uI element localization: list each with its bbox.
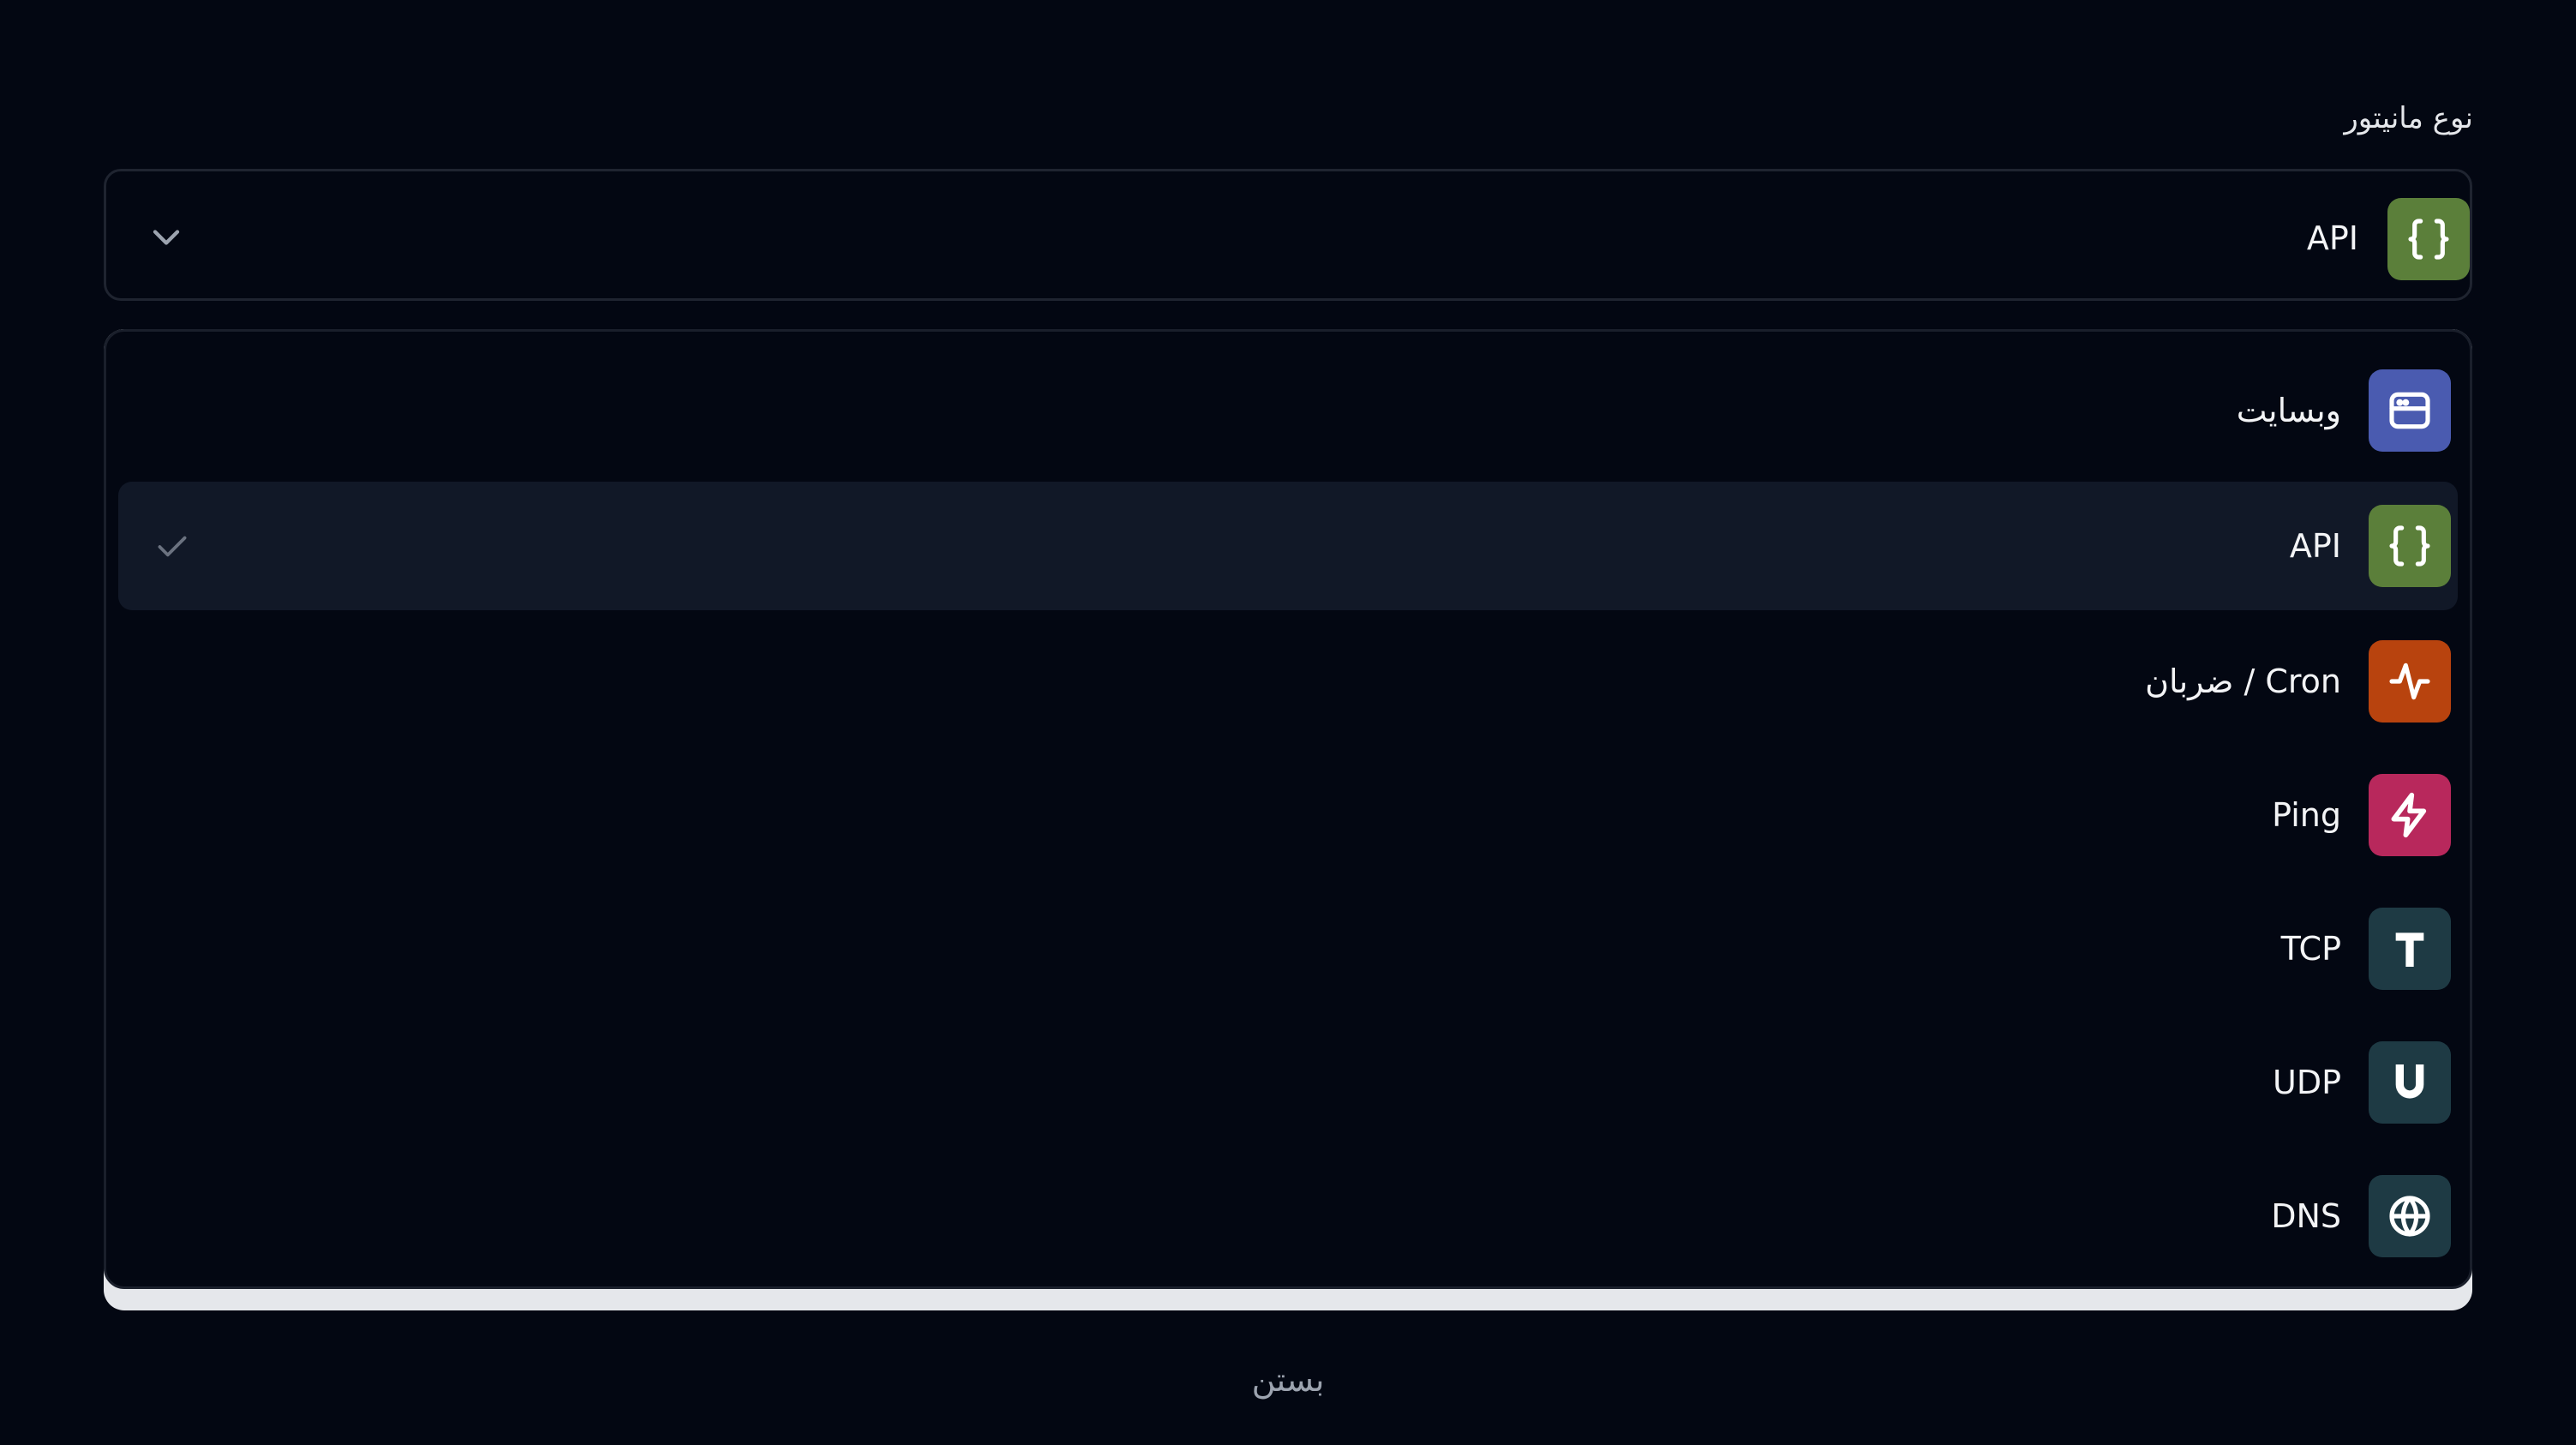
option-label: DNS xyxy=(2271,1197,2341,1235)
braces-icon xyxy=(2369,505,2451,587)
globe-icon xyxy=(2369,1175,2451,1257)
browser-window-icon xyxy=(2369,369,2451,452)
monitor-type-label: نوع مانیتور xyxy=(2344,101,2473,135)
option-website[interactable]: وبسایت xyxy=(118,346,2458,475)
option-label: API xyxy=(2289,527,2341,565)
monitor-type-select[interactable]: API xyxy=(104,169,2472,301)
option-label: TCP xyxy=(2280,930,2341,968)
lightning-icon xyxy=(2369,774,2451,856)
option-label: ضربان / Cron xyxy=(2145,663,2341,700)
close-button[interactable]: بستن xyxy=(0,1361,2576,1399)
chevron-down-icon[interactable] xyxy=(144,215,189,260)
braces-icon xyxy=(2387,198,2470,280)
selected-value: API xyxy=(2306,219,2358,257)
option-ping[interactable]: Ping xyxy=(118,751,2458,879)
option-dns[interactable]: DNS xyxy=(118,1152,2458,1280)
option-cron-heartbeat[interactable]: ضربان / Cron xyxy=(118,617,2458,746)
letter-u-icon xyxy=(2369,1041,2451,1124)
option-label: Ping xyxy=(2272,796,2341,834)
option-api[interactable]: API xyxy=(118,482,2458,610)
options-list: وبسایت API ضربان / Cron Ping TCP UDP DNS xyxy=(104,329,2472,1289)
options-dropdown: وبسایت API ضربان / Cron Ping TCP UDP DNS xyxy=(104,329,2472,1310)
option-label: UDP xyxy=(2273,1064,2341,1101)
option-tcp[interactable]: TCP xyxy=(118,884,2458,1013)
check-icon xyxy=(151,525,194,567)
letter-t-icon xyxy=(2369,908,2451,990)
heartbeat-icon xyxy=(2369,640,2451,722)
option-udp[interactable]: UDP xyxy=(118,1018,2458,1147)
option-label: وبسایت xyxy=(2236,392,2341,429)
